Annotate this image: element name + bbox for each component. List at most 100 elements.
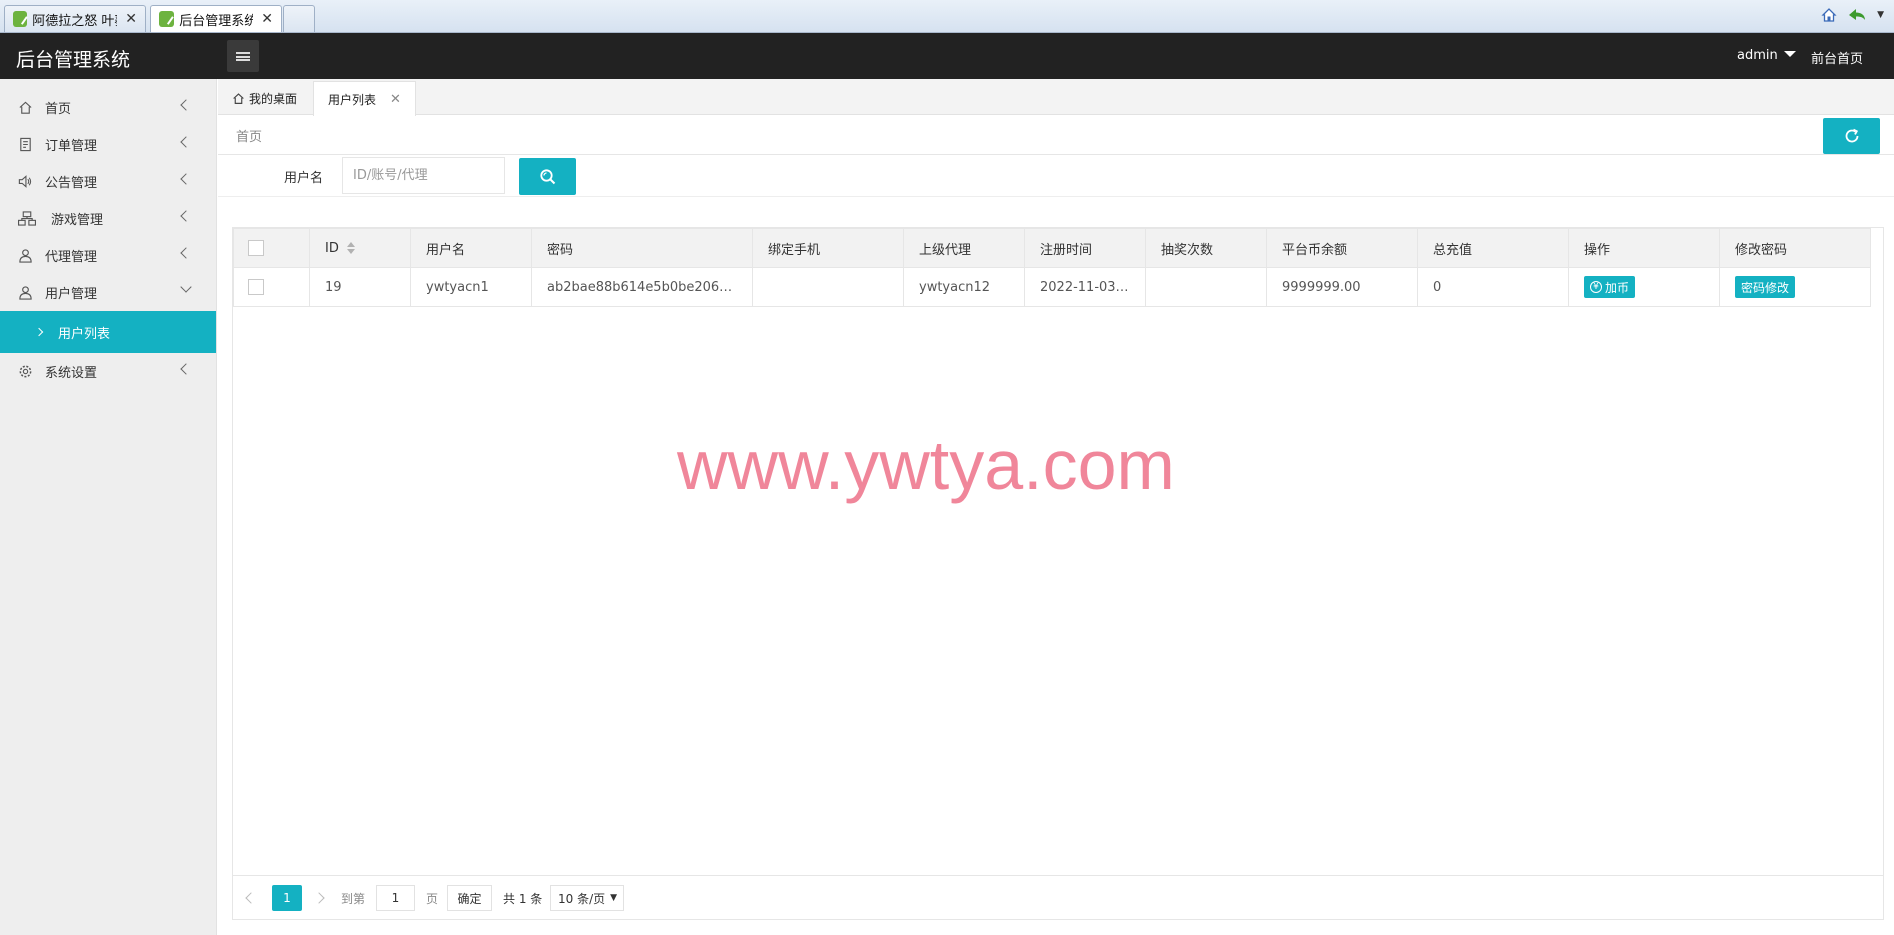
user-icon (16, 247, 34, 265)
cell-password: ab2bae88b614e5b0be2061… (531, 267, 753, 307)
user-menu[interactable]: admin (1737, 48, 1796, 63)
sidebar-item-label: 用户管理 (45, 287, 98, 302)
hamburger-icon (236, 51, 250, 61)
column-header-id[interactable]: ID (309, 228, 411, 268)
cell-change-password: 密码修改 (1719, 267, 1871, 307)
sidebar-item-label: 订单管理 (45, 139, 98, 154)
browser-tab-strip: 阿德拉之怒 叶蓁 ✕ 后台管理系统 ✕ ▼ (0, 0, 1894, 33)
front-home-link[interactable]: 前台首页 (1811, 48, 1863, 67)
back-icon[interactable] (1847, 7, 1867, 23)
sidebar-item-agents[interactable]: 代理管理 (0, 237, 216, 274)
sort-icon[interactable] (346, 242, 355, 254)
chevron-left-icon (180, 247, 192, 259)
goto-label: 到第 (341, 891, 366, 906)
sidebar-item-users[interactable]: 用户管理 (0, 274, 216, 311)
browser-toolbar: ▼ (1821, 7, 1884, 23)
prev-page-button[interactable] (245, 885, 257, 911)
sidebar-item-label: 首页 (45, 102, 72, 117)
page-size-select[interactable]: 10 条/页 ▼ (550, 885, 624, 911)
home-icon (233, 92, 244, 104)
new-tab-button[interactable] (283, 5, 315, 32)
table-row: 19 ywtyacn1 ab2bae88b614e5b0be2061… ywty… (233, 267, 1871, 307)
site-favicon-icon (13, 11, 28, 27)
confirm-button[interactable]: 确定 (447, 885, 492, 911)
total-count: 共 1 条 (503, 891, 543, 906)
sidebar-item-announcements[interactable]: 公告管理 (0, 163, 216, 200)
cell-agent: ywtyacn12 (903, 267, 1025, 307)
table-header-row: ID 用户名 密码 绑定手机 上级代理 注册时间 抽奖次数 平台币余额 总充值 … (233, 228, 1871, 268)
column-header-phone: 绑定手机 (752, 228, 904, 268)
close-icon[interactable]: ✕ (253, 11, 273, 27)
username-label: admin (1737, 48, 1778, 63)
caret-down-icon (1783, 51, 1796, 57)
speaker-icon (16, 173, 34, 191)
sidebar-subitem-user-list[interactable]: 用户列表 (0, 311, 216, 353)
tab-user-list[interactable]: 用户列表 ✕ (313, 81, 416, 116)
refresh-icon (1845, 128, 1858, 143)
close-icon[interactable]: ✕ (390, 92, 401, 107)
add-coins-button[interactable]: ¥ 加币 (1584, 276, 1636, 298)
column-header-reg-time: 注册时间 (1024, 228, 1146, 268)
refresh-button[interactable] (1823, 118, 1880, 154)
cell-reg-time: 2022-11-03… (1024, 267, 1146, 307)
pagination: 1 到第 1 页 确定 共 1 条 10 条/页 ▼ (233, 875, 1883, 919)
page-size-value: 10 条/页 (558, 891, 606, 906)
top-header: 后台管理系统 admin 前台首页 (0, 33, 1894, 79)
app-title: 后台管理系统 (16, 49, 131, 71)
search-input[interactable] (342, 157, 505, 194)
sidebar-item-settings[interactable]: 系统设置 (0, 353, 216, 390)
page-1-button[interactable]: 1 (272, 885, 302, 911)
column-header-label: ID (325, 240, 339, 256)
chevron-left-icon (180, 136, 192, 148)
content-tab-bar: 我的桌面 用户列表 ✕ (218, 79, 1894, 116)
home-icon[interactable] (1821, 7, 1837, 23)
divider (218, 196, 1894, 197)
tab-label: 用户列表 (328, 92, 377, 107)
change-password-button[interactable]: 密码修改 (1735, 276, 1796, 298)
document-icon (16, 136, 34, 154)
column-header-password: 密码 (531, 228, 753, 268)
cell-balance: 9999999.00 (1266, 267, 1418, 307)
page-unit-label: 页 (426, 891, 439, 906)
select-all-cell (233, 228, 310, 268)
column-header-action: 操作 (1568, 228, 1720, 268)
chevron-left-icon (245, 892, 257, 904)
chevron-left-icon (180, 210, 192, 222)
sidebar-item-label: 代理管理 (45, 250, 98, 265)
tab-label: 我的桌面 (249, 91, 298, 106)
sidebar-item-label: 系统设置 (45, 366, 98, 381)
sidebar-item-label: 游戏管理 (51, 213, 104, 228)
watermark: www.ywtya.com (677, 426, 1175, 504)
button-label: 加币 (1605, 280, 1630, 295)
column-header-username: 用户名 (410, 228, 532, 268)
column-header-change-password: 修改密码 (1719, 228, 1871, 268)
sidebar-item-games[interactable]: 游戏管理 (0, 200, 216, 237)
search-button[interactable] (519, 158, 576, 195)
sidebar-subitem-label: 用户列表 (58, 326, 111, 342)
chevron-down-icon (180, 281, 192, 293)
dropdown-arrow-icon[interactable]: ▼ (1877, 10, 1884, 20)
cell-id: 19 (309, 267, 411, 307)
sidebar-item-home[interactable]: 首页 (0, 89, 216, 126)
breadcrumb[interactable]: 首页 (236, 126, 262, 145)
sidebar-item-label: 公告管理 (45, 176, 98, 191)
next-page-button[interactable] (313, 885, 325, 911)
home-icon (16, 99, 34, 117)
browser-tab-1[interactable]: 阿德拉之怒 叶蓁 ✕ (4, 5, 146, 32)
close-icon[interactable]: ✕ (117, 11, 137, 27)
tab-my-desktop[interactable]: 我的桌面 (218, 81, 311, 115)
goto-page-input[interactable]: 1 (376, 885, 415, 911)
row-select-cell (233, 267, 310, 307)
sitemap-icon (16, 210, 38, 228)
select-all-checkbox[interactable] (248, 240, 264, 256)
sidebar: 首页 订单管理 公告管理 游戏管理 代理管理 用户管理 用户列表 系统设置 (0, 79, 217, 935)
row-checkbox[interactable] (248, 279, 264, 295)
menu-toggle-button[interactable] (227, 40, 259, 72)
breadcrumb-bar: 首页 (218, 115, 1894, 155)
search-label: 用户名 (284, 171, 324, 186)
browser-tab-2[interactable]: 后台管理系统 ✕ (150, 5, 282, 32)
chevron-left-icon (180, 173, 192, 185)
gear-icon (16, 363, 34, 381)
sidebar-item-orders[interactable]: 订单管理 (0, 126, 216, 163)
cell-action: ¥ 加币 (1568, 267, 1720, 307)
